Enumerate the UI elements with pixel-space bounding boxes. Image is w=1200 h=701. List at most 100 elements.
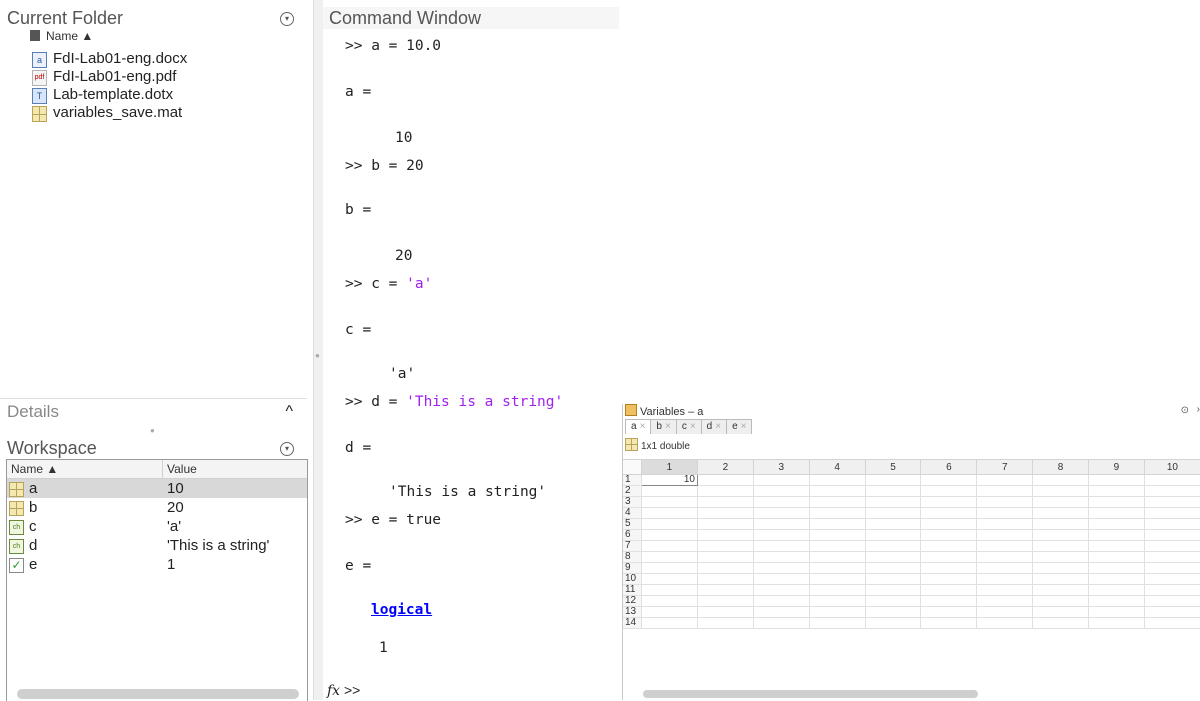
close-icon[interactable]: › xyxy=(1197,404,1200,415)
grid-cell[interactable] xyxy=(1088,496,1145,508)
grid-cell[interactable] xyxy=(864,518,922,530)
grid-cell[interactable] xyxy=(752,496,810,508)
grid-cell[interactable] xyxy=(640,540,699,552)
grid-cell[interactable] xyxy=(752,573,810,585)
grid-cell[interactable] xyxy=(1032,485,1090,497)
grid-cell[interactable] xyxy=(752,474,810,486)
grid-cell[interactable] xyxy=(864,573,922,585)
row-header[interactable]: 8 xyxy=(623,551,642,563)
grid-cell[interactable] xyxy=(808,474,866,486)
grid-cell[interactable] xyxy=(920,485,978,497)
grid-cell[interactable] xyxy=(864,496,922,508)
grid-cell[interactable] xyxy=(976,584,1034,596)
grid-cell[interactable] xyxy=(697,562,754,574)
grid-cell[interactable] xyxy=(1143,551,1200,563)
file-column-header[interactable]: Name ▲ xyxy=(30,29,93,45)
grid-cell[interactable] xyxy=(808,573,866,585)
close-icon[interactable]: × xyxy=(640,421,646,432)
row-header[interactable]: 4 xyxy=(623,507,642,519)
grid-cell[interactable] xyxy=(752,606,810,618)
grid-cell[interactable] xyxy=(920,584,978,596)
grid-cell[interactable] xyxy=(864,551,922,563)
grid-cell[interactable] xyxy=(808,584,866,596)
file-item[interactable]: a FdI-Lab01-eng.docx xyxy=(32,50,302,68)
grid-cell[interactable] xyxy=(976,485,1034,497)
splitter-handle[interactable]: ● xyxy=(150,426,155,435)
circle-chevron-down-icon[interactable]: ▾ xyxy=(280,442,294,456)
grid-cell[interactable] xyxy=(1088,562,1145,574)
grid-cell[interactable] xyxy=(1143,518,1200,530)
grid-cell[interactable] xyxy=(1088,485,1145,497)
grid-cell[interactable] xyxy=(1143,584,1200,596)
row-header[interactable]: 5 xyxy=(623,518,642,530)
grid-cell[interactable] xyxy=(976,540,1034,552)
grid-cell[interactable] xyxy=(1032,606,1090,618)
command-window[interactable]: Command Window >> a = 10.0 a = 10 >> b =… xyxy=(323,0,619,700)
grid-cell[interactable] xyxy=(920,551,978,563)
grid-cell[interactable] xyxy=(1143,540,1200,552)
grid-cell[interactable] xyxy=(976,529,1034,541)
workspace-row[interactable]: ch d 'This is a string' xyxy=(7,536,307,555)
grid-cell[interactable] xyxy=(640,584,699,596)
grid-cell[interactable] xyxy=(640,529,699,541)
grid-cell[interactable] xyxy=(808,551,866,563)
grid-cell[interactable] xyxy=(1032,562,1090,574)
grid-cell[interactable] xyxy=(752,595,810,607)
grid-cell[interactable] xyxy=(697,474,754,486)
file-item[interactable]: pdf FdI-Lab01-eng.pdf xyxy=(32,68,302,86)
grid-cell[interactable] xyxy=(1143,573,1200,585)
grid-cell[interactable] xyxy=(1032,595,1090,607)
grid-cell[interactable] xyxy=(697,551,754,563)
workspace-row[interactable]: a 10 xyxy=(7,479,307,498)
workspace-row[interactable]: ch c 'a' xyxy=(7,517,307,536)
column-header[interactable]: 4 xyxy=(808,459,866,475)
grid-cell[interactable] xyxy=(864,474,922,486)
row-header[interactable]: 6 xyxy=(623,529,642,541)
tab-b[interactable]: b × xyxy=(650,419,677,434)
row-header[interactable]: 2 xyxy=(623,485,642,497)
grid-cell[interactable] xyxy=(697,529,754,541)
grid-cell[interactable] xyxy=(697,485,754,497)
tab-c[interactable]: c × xyxy=(675,419,702,434)
function-browser-icon[interactable]: fx xyxy=(327,683,340,699)
grid-cell[interactable] xyxy=(640,551,699,563)
grid-cell[interactable] xyxy=(1088,529,1145,541)
grid-cell[interactable] xyxy=(752,551,810,563)
horizontal-scrollbar[interactable] xyxy=(17,689,299,699)
grid-cell[interactable] xyxy=(920,606,978,618)
workspace-row[interactable]: b 20 xyxy=(7,498,307,517)
logical-link-text[interactable]: logical xyxy=(371,602,432,618)
grid-cell[interactable] xyxy=(640,617,699,629)
value-column-header[interactable]: Value xyxy=(167,460,197,478)
chevron-up-icon[interactable]: ^ xyxy=(285,399,293,425)
grid-cell[interactable] xyxy=(697,540,754,552)
grid-cell[interactable] xyxy=(697,606,754,618)
grid-cell[interactable] xyxy=(752,617,810,629)
grid-cell[interactable] xyxy=(808,507,866,519)
grid-corner[interactable] xyxy=(623,459,642,475)
workspace-row[interactable]: ✓ e 1 xyxy=(7,555,307,574)
grid-cell[interactable] xyxy=(1143,529,1200,541)
tab-a[interactable]: a × xyxy=(625,419,652,434)
column-header[interactable]: 8 xyxy=(1032,459,1090,475)
grid-cell[interactable] xyxy=(976,595,1034,607)
column-header[interactable]: 9 xyxy=(1088,459,1145,475)
grid-cell[interactable] xyxy=(1088,595,1145,607)
grid-cell[interactable] xyxy=(1143,485,1200,497)
row-header[interactable]: 9 xyxy=(623,562,642,574)
tab-e[interactable]: e × xyxy=(726,419,753,434)
grid-cell[interactable] xyxy=(920,540,978,552)
close-icon[interactable]: × xyxy=(690,421,696,432)
grid-cell[interactable] xyxy=(640,606,699,618)
grid-cell[interactable] xyxy=(976,617,1034,629)
grid-cell[interactable] xyxy=(976,496,1034,508)
grid-cell[interactable] xyxy=(640,496,699,508)
logical-link[interactable]: logical xyxy=(371,602,432,618)
horizontal-scrollbar[interactable] xyxy=(643,690,978,698)
grid-cell[interactable] xyxy=(808,540,866,552)
column-header[interactable]: 5 xyxy=(864,459,922,475)
circle-chevron-down-icon[interactable]: ▾ xyxy=(280,12,294,26)
grid-cell[interactable] xyxy=(752,518,810,530)
grid-cell[interactable] xyxy=(920,573,978,585)
grid-cell[interactable] xyxy=(697,617,754,629)
